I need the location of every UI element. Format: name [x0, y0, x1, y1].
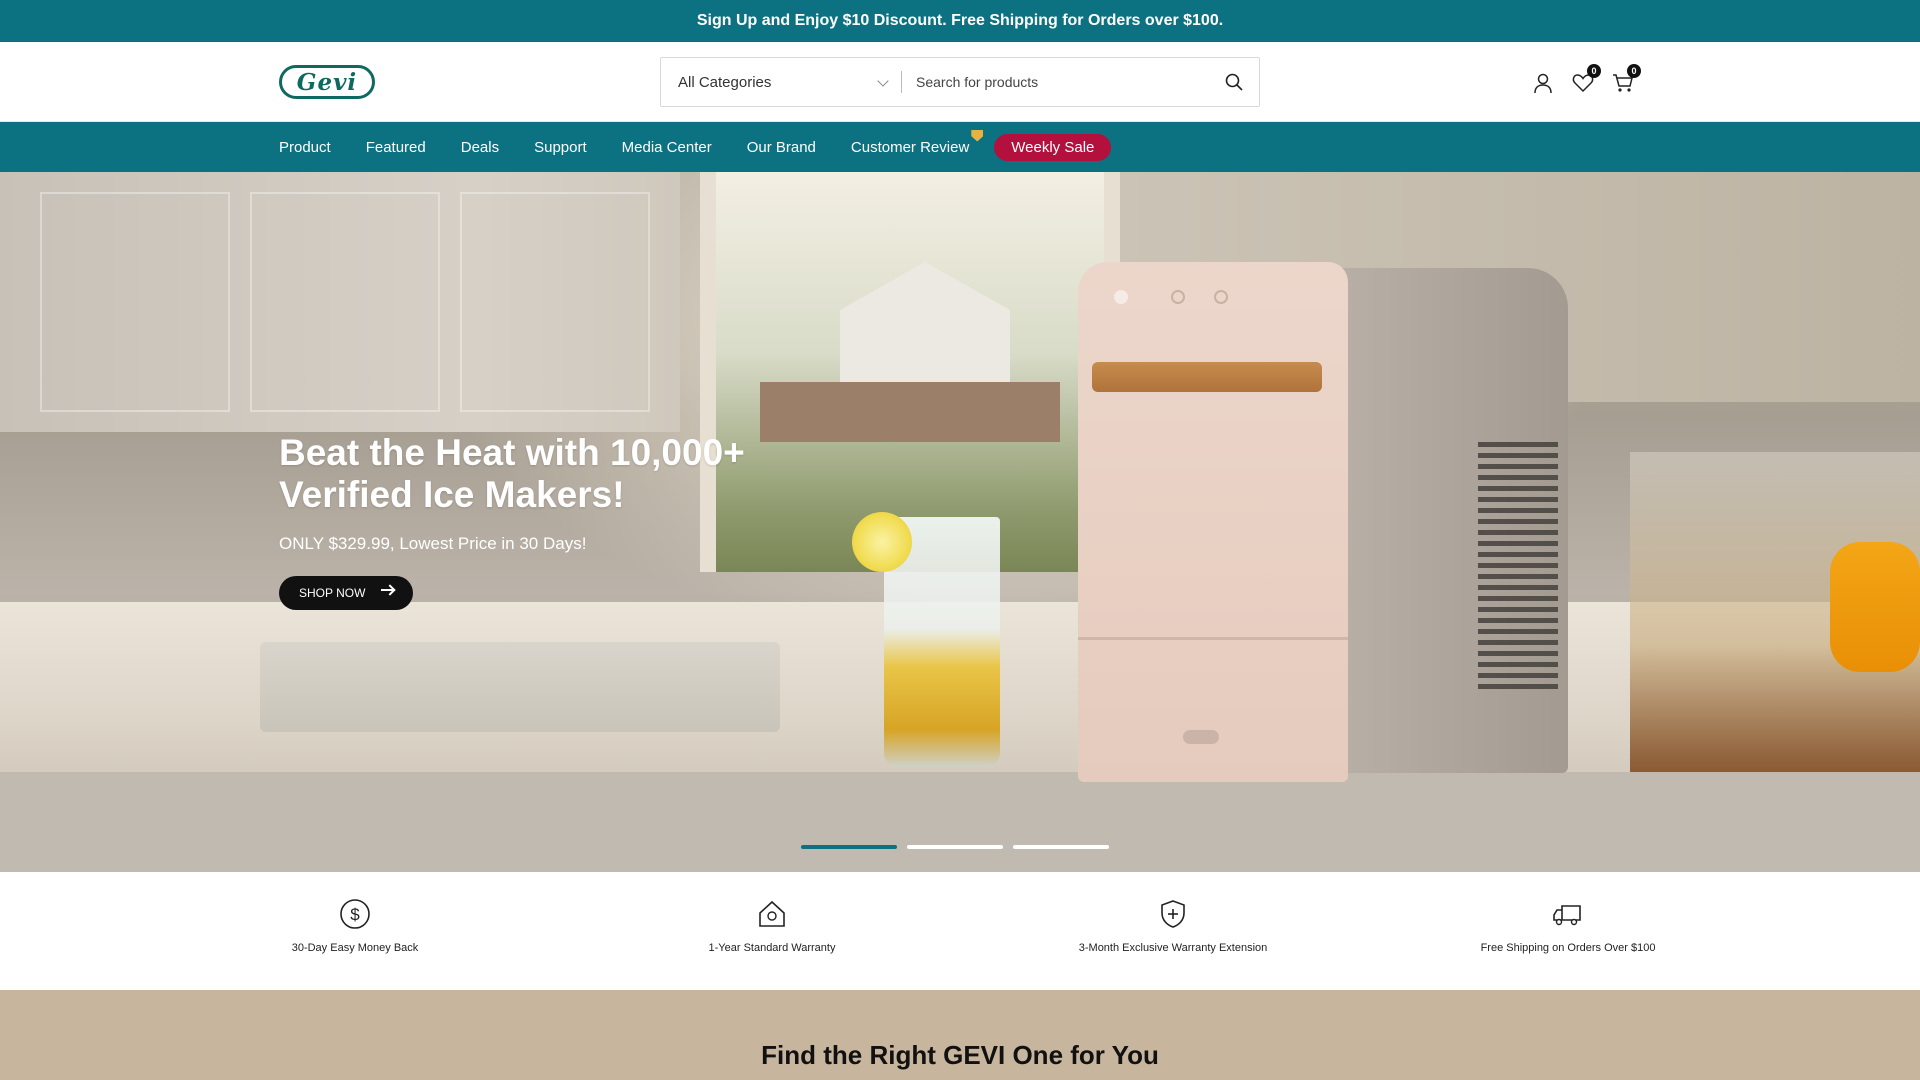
ice-maker-seam: [1078, 637, 1348, 640]
hero-bg-sink: [260, 642, 780, 732]
ice-maker-handle: [1092, 362, 1322, 392]
ice-maker-buttons: [1114, 290, 1234, 306]
site-header: Gevi All Categories 0 0: [0, 42, 1920, 122]
category-select-value: All Categories: [678, 73, 772, 91]
slider-dot-2[interactable]: [907, 845, 1003, 849]
user-icon: [1534, 73, 1552, 94]
find-section: Find the Right GEVI One for You: [0, 990, 1920, 1080]
hero-bg-lower-cabinets: [0, 772, 1920, 872]
hero-subtitle: ONLY $329.99, Lowest Price in 30 Days!: [279, 534, 587, 553]
ice-maker-button: [1171, 290, 1185, 304]
shield-plus-icon: [1161, 900, 1185, 928]
feature-text: 3-Month Exclusive Warranty Extension: [1078, 942, 1268, 954]
nav-item-customer-review-label: Customer Review: [850, 138, 970, 156]
feature-text: 30-Day Easy Money Back: [291, 942, 419, 954]
hero-bg-juice: [1830, 542, 1920, 672]
lemon-slice-image: [852, 512, 912, 572]
nav-items: Product Featured Deals Support Media Cen…: [279, 122, 1112, 172]
nav-item-support[interactable]: Support: [534, 139, 587, 156]
feature-text: 1-Year Standard Warranty: [708, 942, 836, 954]
hero-title: Beat the Heat with 10,000+ Verified Ice …: [279, 432, 745, 515]
slider-dot-1[interactable]: [801, 845, 897, 849]
hero-bg-door: [250, 192, 440, 412]
search-button[interactable]: [1209, 58, 1259, 106]
search-input[interactable]: [902, 58, 1209, 106]
search-icon: [1225, 73, 1243, 91]
category-select[interactable]: All Categories: [661, 58, 901, 106]
dollar-icon: $: [340, 899, 370, 929]
badge-icon: [971, 129, 984, 142]
account-button[interactable]: [1530, 70, 1556, 96]
ice-maker-button: [1214, 290, 1228, 304]
feature-money-back: $ 30-Day Easy Money Back: [225, 898, 485, 956]
wishlist-count-badge: 0: [1587, 64, 1601, 78]
slider-dots: [801, 845, 1109, 849]
main-nav: Product Featured Deals Support Media Cen…: [0, 122, 1920, 172]
ice-maker-image: [1078, 262, 1578, 790]
svg-text:$: $: [350, 905, 360, 924]
ice-maker-body: [1078, 262, 1348, 782]
nav-item-media-center[interactable]: Media Center: [622, 139, 712, 156]
feature-warranty-extension: 3-Month Exclusive Warranty Extension: [1043, 898, 1303, 956]
announcement-bar: Sign Up and Enjoy $10 Discount. Free Shi…: [0, 0, 1920, 42]
house-icon: [759, 900, 785, 927]
feature-free-shipping: Free Shipping on Orders Over $100: [1438, 898, 1698, 956]
ice-maker-light: [1114, 290, 1128, 304]
shop-now-button[interactable]: SHOP NOW: [279, 576, 413, 610]
section-title: Find the Right GEVI One for You: [761, 1040, 1159, 1070]
header-icons: 0 0: [1530, 64, 1641, 98]
hero-bg-door: [460, 192, 650, 412]
truck-icon: [1553, 905, 1581, 926]
hero-bg-door: [40, 192, 230, 412]
feature-warranty: 1-Year Standard Warranty: [642, 898, 902, 956]
nav-item-our-brand[interactable]: Our Brand: [747, 139, 816, 156]
slider-dot-3[interactable]: [1013, 845, 1109, 849]
hero-bg-cabinets: [0, 172, 680, 432]
nav-item-customer-review[interactable]: Customer Review: [850, 129, 984, 156]
announcement-text: Sign Up and Enjoy $10 Discount. Free Shi…: [696, 12, 1224, 29]
weekly-sale-button[interactable]: Weekly Sale: [994, 133, 1112, 161]
feature-text: Free Shipping on Orders Over $100: [1480, 942, 1656, 954]
ice-maker-vents: [1478, 442, 1558, 692]
nav-item-product[interactable]: Product: [279, 139, 331, 156]
hero-banner[interactable]: [0, 172, 1920, 872]
arrow-right-icon: [381, 589, 393, 591]
chevron-down-icon: [877, 75, 889, 87]
ice-maker-logo: [1183, 730, 1219, 744]
cart-button[interactable]: 0: [1610, 64, 1641, 96]
features-strip: $ 30-Day Easy Money Back 1-Year Standard…: [0, 872, 1920, 990]
search-bar: All Categories: [660, 57, 1260, 107]
cart-count-badge: 0: [1627, 64, 1641, 78]
nav-item-deals[interactable]: Deals: [461, 139, 499, 156]
wishlist-button[interactable]: 0: [1570, 64, 1601, 96]
logo[interactable]: Gevi: [279, 65, 375, 99]
nav-item-featured[interactable]: Featured: [366, 139, 426, 156]
hero-bg-house: [840, 262, 1010, 382]
shop-now-label: SHOP NOW: [299, 586, 366, 600]
